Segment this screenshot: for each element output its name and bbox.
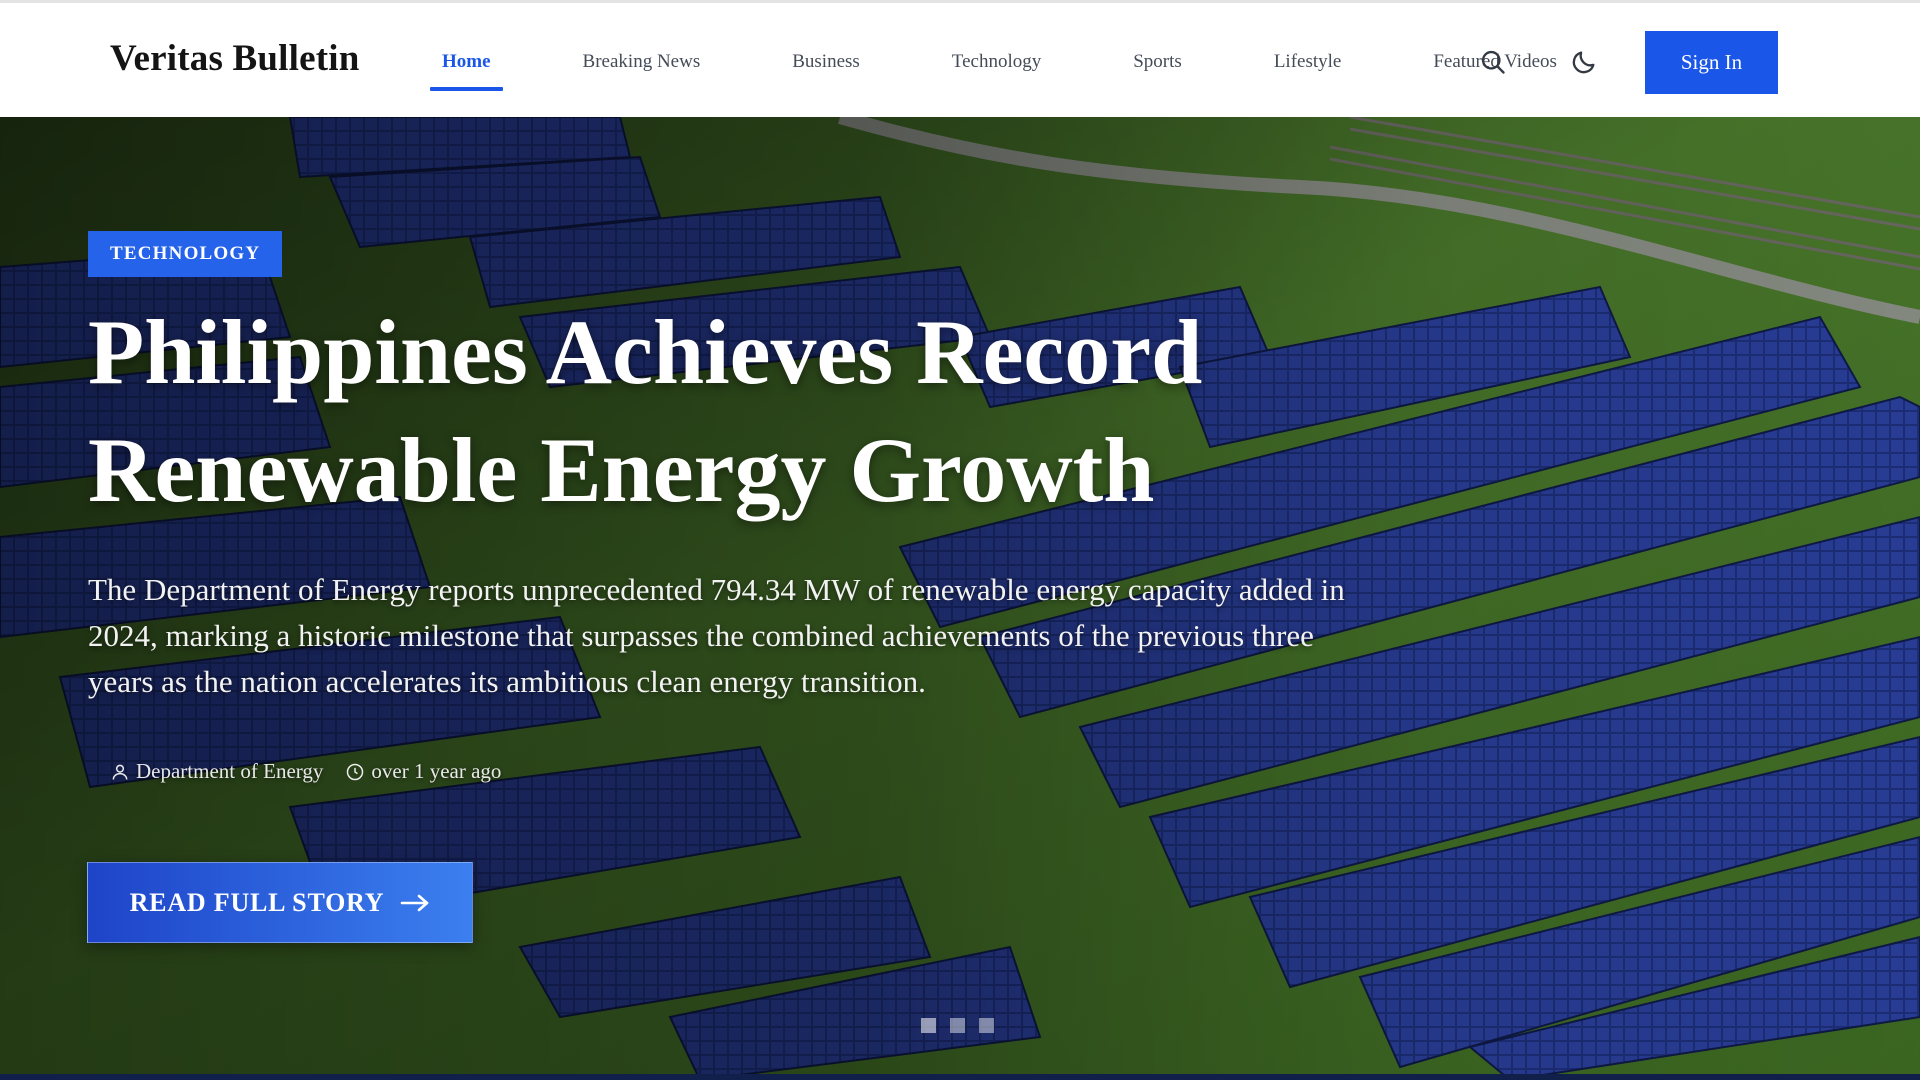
- author-meta: Department of Energy: [110, 759, 323, 784]
- site-header: Veritas Bulletin Home Breaking News Busi…: [0, 0, 1920, 117]
- search-icon: [1481, 50, 1505, 74]
- site-logo[interactable]: Veritas Bulletin: [110, 37, 360, 80]
- nav-item-sports[interactable]: Sports: [1121, 43, 1194, 81]
- nav-item-technology[interactable]: Technology: [940, 43, 1053, 81]
- article-meta: Department of Energy over 1 year ago: [110, 759, 501, 784]
- carousel-dot-1[interactable]: [921, 1018, 936, 1033]
- hero-headline[interactable]: Philippines Achieves Record Renewable En…: [88, 293, 1468, 529]
- read-full-story-label: READ FULL STORY: [129, 887, 385, 917]
- nav-item-business[interactable]: Business: [780, 43, 872, 81]
- publish-time: over 1 year ago: [371, 759, 502, 783]
- nav-item-lifestyle[interactable]: Lifestyle: [1262, 43, 1354, 81]
- sign-in-button[interactable]: Sign In: [1645, 31, 1778, 94]
- nav-item-home[interactable]: Home: [430, 43, 503, 91]
- hero-summary: The Department of Energy reports unprece…: [88, 572, 1345, 699]
- read-full-story-button[interactable]: READ FULL STORY: [87, 862, 473, 943]
- arrow-right-icon: [401, 894, 429, 911]
- hero-bottom-bar: [0, 1074, 1920, 1080]
- user-icon: [112, 764, 128, 780]
- clock-icon: [347, 763, 364, 780]
- theme-toggle-button[interactable]: [1570, 48, 1598, 76]
- hero-carousel: TECHNOLOGY Philippines Achieves Record R…: [0, 117, 1920, 1080]
- carousel-dots: [921, 1018, 1008, 1033]
- carousel-dot-3[interactable]: [979, 1018, 994, 1033]
- main-nav: Home Breaking News Business Technology S…: [430, 3, 1569, 120]
- nav-item-breaking-news[interactable]: Breaking News: [571, 43, 713, 81]
- time-meta: over 1 year ago: [345, 759, 501, 784]
- moon-icon: [1572, 51, 1595, 74]
- carousel-dot-2[interactable]: [950, 1018, 965, 1033]
- search-button[interactable]: [1479, 48, 1507, 76]
- category-badge[interactable]: TECHNOLOGY: [88, 231, 283, 277]
- author-name: Department of Energy: [136, 759, 324, 783]
